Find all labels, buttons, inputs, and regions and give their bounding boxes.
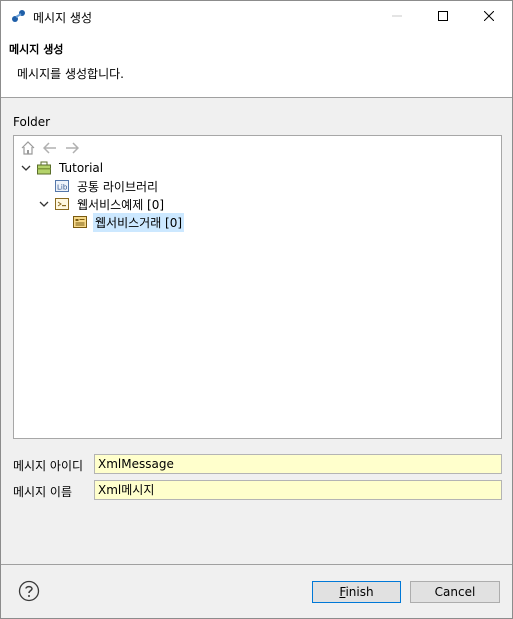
chevron-down-icon[interactable]	[36, 196, 52, 212]
tree-toolbar	[20, 140, 80, 158]
svg-text:Lib: Lib	[57, 184, 68, 192]
tree-item-label: 공통 라이브러리	[77, 179, 159, 194]
help-icon	[18, 580, 40, 602]
project-icon	[36, 160, 52, 176]
cancel-button-label: Cancel	[434, 585, 476, 599]
footer-divider	[1, 564, 512, 565]
message-id-field[interactable]	[94, 454, 502, 474]
cancel-button[interactable]: Cancel	[410, 581, 500, 603]
banner-message: 메시지를 생성합니다.	[17, 67, 124, 81]
home-icon[interactable]	[20, 140, 36, 156]
header-banner: 메시지 생성 메시지를 생성합니다.	[1, 31, 512, 98]
app-logo-icon	[11, 8, 27, 24]
transaction-icon	[72, 214, 88, 230]
forward-arrow-icon[interactable]	[64, 140, 80, 156]
banner-title: 메시지 생성	[9, 43, 64, 56]
tree-item-label: Tutorial	[59, 161, 104, 175]
tree-item-label: 웹서비스예제 [0]	[77, 197, 165, 212]
finish-button[interactable]: Finish	[312, 581, 401, 603]
library-icon: Lib	[54, 178, 70, 194]
tree-item-webservice-example[interactable]: 웹서비스예제 [0]	[36, 195, 166, 213]
tree-item-label: 웹서비스거래 [0]	[93, 212, 185, 232]
help-button[interactable]	[18, 580, 40, 602]
message-id-label: 메시지 아이디	[13, 459, 84, 473]
tree-item-common-library[interactable]: Lib 공통 라이브러리	[36, 177, 160, 195]
message-name-field[interactable]	[94, 480, 502, 500]
back-arrow-icon[interactable]	[42, 140, 58, 156]
message-name-label: 메시지 이름	[13, 485, 73, 499]
chevron-down-icon[interactable]	[18, 160, 34, 176]
minimize-button[interactable]	[374, 1, 420, 31]
folder-label: Folder	[13, 115, 51, 129]
window-title: 메시지 생성	[33, 11, 93, 25]
dialog-window: 메시지 생성 메시지 생성 메시지를 생성합니다. Folder Tutoria…	[0, 0, 513, 619]
finish-button-label: Finish	[339, 585, 374, 599]
title-bar: 메시지 생성	[1, 1, 512, 31]
tree-item-tutorial[interactable]: Tutorial	[18, 159, 105, 177]
close-button[interactable]	[466, 1, 512, 31]
folder-tree[interactable]: Tutorial Lib 공통 라이브러리 웹서비스예제 [0] 웹서비스거래 …	[13, 135, 502, 439]
maximize-button[interactable]	[420, 1, 466, 31]
tree-item-webservice-transaction[interactable]: 웹서비스거래 [0]	[54, 212, 185, 232]
package-icon	[54, 196, 70, 212]
